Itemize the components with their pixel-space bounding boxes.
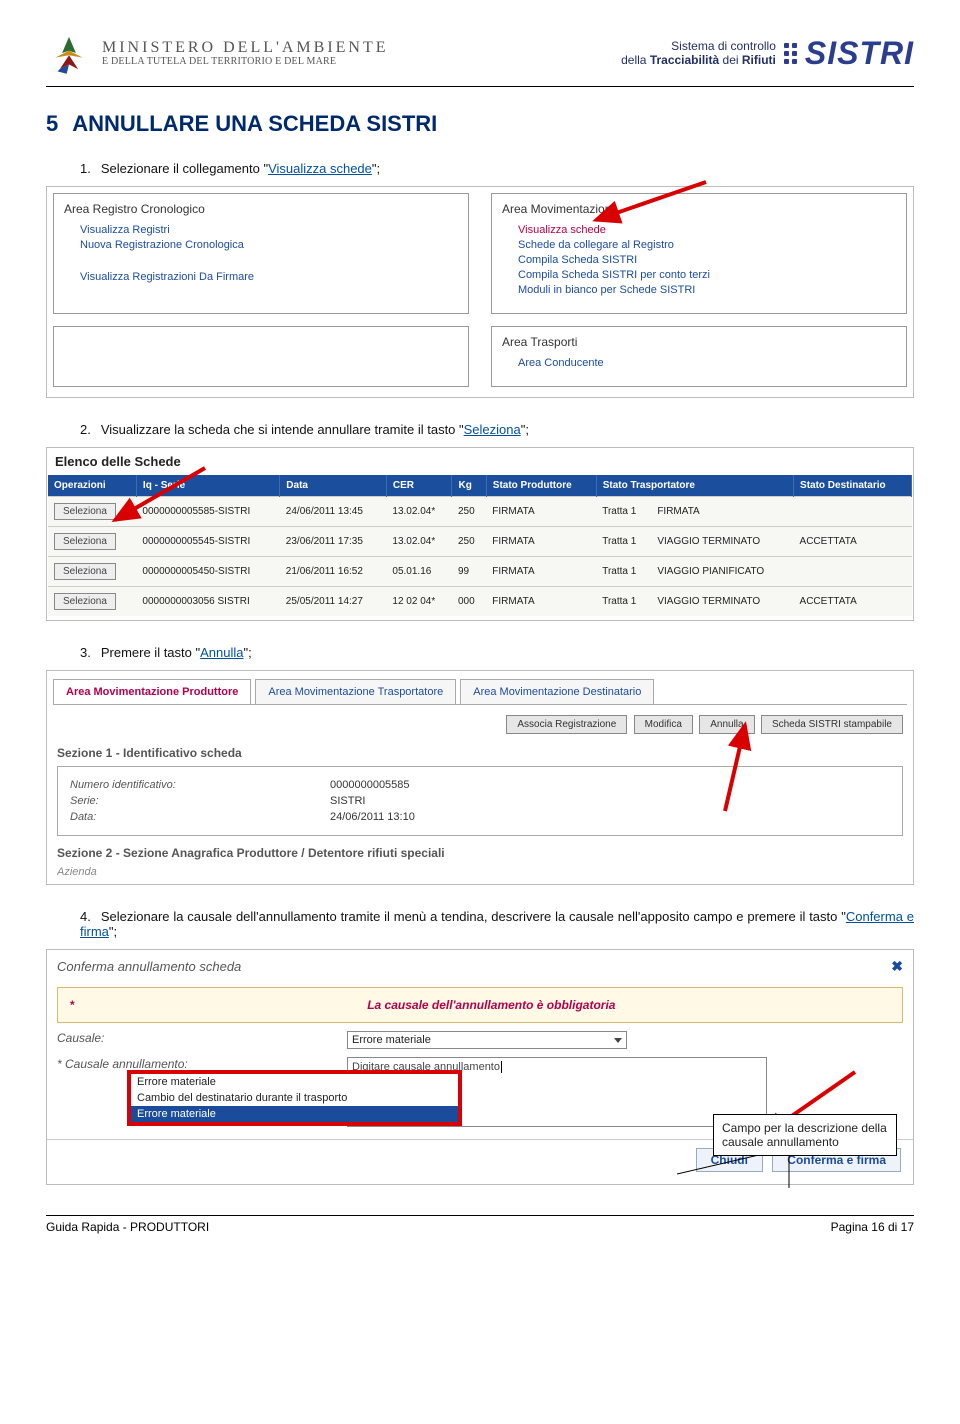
link-compila-scheda[interactable]: Compila Scheda SISTRI	[518, 254, 896, 266]
pane-empty-left	[53, 326, 469, 387]
callout-box: Campo per la descrizione della causale a…	[713, 1114, 897, 1156]
link-moduli-bianco[interactable]: Moduli in bianco per Schede SISTRI	[518, 284, 896, 296]
ministry-subtitle: E DELLA TUTELA DEL TERRITORIO E DEL MARE	[102, 56, 389, 67]
link-compila-conto-terzi[interactable]: Compila Scheda SISTRI per conto terzi	[518, 269, 896, 281]
seleziona-button[interactable]: Seleziona	[54, 563, 116, 580]
sezione2-label: Sezione 2 - Sezione Anagrafica Produttor…	[57, 846, 903, 860]
arrow-icon	[685, 717, 785, 817]
sistri-desc-line1: Sistema di controllo	[621, 39, 776, 53]
link-visualizza-da-firmare[interactable]: Visualizza Registrazioni Da Firmare	[80, 271, 458, 283]
col-data: Data	[280, 475, 387, 497]
azienda-cut: Azienda	[57, 866, 903, 880]
footer-left: Guida Rapida - PRODUTTORI	[46, 1220, 209, 1234]
asterisk-icon: *	[70, 998, 75, 1012]
visualizza-schede-link[interactable]: Visualizza schede	[268, 161, 372, 176]
dialog-title: Conferma annullamento scheda	[57, 959, 241, 974]
footer-right: Pagina 16 di 17	[831, 1220, 914, 1234]
tab-produttore[interactable]: Area Movimentazione Produttore	[53, 679, 251, 704]
causale-label: Causale:	[57, 1031, 347, 1045]
page-header: MINISTERO DELL'AMBIENTE E DELLA TUTELA D…	[46, 30, 914, 82]
dropdown-option-selected[interactable]: Errore materiale	[131, 1106, 458, 1122]
col-stato-prod: Stato Produttore	[486, 475, 596, 497]
col-cer: CER	[386, 475, 452, 497]
dropdown-option[interactable]: Errore materiale	[131, 1074, 458, 1090]
screenshot-scheda-detail: Area Movimentazione Produttore Area Movi…	[46, 670, 914, 885]
link-visualizza-registri[interactable]: Visualizza Registri	[80, 224, 458, 236]
sistri-block: Sistema di controllo della Tracciabilità…	[621, 35, 914, 72]
associa-button[interactable]: Associa Registrazione	[506, 715, 627, 734]
pane-trasporti-title: Area Trasporti	[502, 335, 896, 349]
annulla-link[interactable]: Annulla	[200, 645, 243, 660]
pane-movimentazione: Area Movimentazione Visualizza schede Sc…	[491, 193, 907, 314]
ministry-title: MINISTERO DELL'AMBIENTE	[102, 39, 389, 57]
page-footer: Guida Rapida - PRODUTTORI Pagina 16 di 1…	[46, 1220, 914, 1254]
arrow-icon	[105, 462, 215, 532]
link-area-conducente[interactable]: Area Conducente	[518, 357, 896, 369]
seleziona-button[interactable]: Seleziona	[54, 593, 116, 610]
pane-registro: Area Registro Cronologico Visualizza Reg…	[53, 193, 469, 314]
col-stato-trasp: Stato Trasportatore	[596, 475, 793, 497]
pane-trasporti: Area Trasporti Area Conducente	[491, 326, 907, 387]
step3-text: 3.Premere il tasto "Annulla";	[80, 645, 914, 660]
link-nuova-registrazione[interactable]: Nuova Registrazione Cronologica	[80, 239, 458, 251]
table-row: Seleziona0000000003056 SISTRI25/05/2011 …	[48, 587, 912, 617]
tab-trasportatore[interactable]: Area Movimentazione Trasportatore	[255, 679, 456, 704]
screenshot-area-menu: Area Registro Cronologico Visualizza Reg…	[46, 186, 914, 398]
link-schede-collegare[interactable]: Schede da collegare al Registro	[518, 239, 896, 251]
causale-dropdown-open[interactable]: Errore materiale Cambio del destinatario…	[127, 1070, 462, 1126]
section-heading: 5ANNULLARE UNA SCHEDA SISTRI	[46, 111, 914, 137]
tab-destinatario[interactable]: Area Movimentazione Destinatario	[460, 679, 654, 704]
causale-select[interactable]: Errore materiale	[347, 1031, 627, 1049]
header-divider	[46, 86, 914, 87]
sistri-logo: SISTRI	[805, 35, 914, 72]
warning-text: La causale dell'annullamento è obbligato…	[81, 988, 902, 1022]
table-row: Seleziona0000000005450-SISTRI21/06/2011 …	[48, 557, 912, 587]
arrow-icon	[582, 176, 712, 236]
modifica-button[interactable]: Modifica	[634, 715, 693, 734]
warning-box: * La causale dell'annullamento è obbliga…	[57, 987, 903, 1023]
dots-icon	[784, 43, 797, 64]
causale-desc-label: * Causale annullamento:	[57, 1057, 347, 1071]
tabs-row: Area Movimentazione Produttore Area Movi…	[53, 679, 907, 705]
screenshot-conferma-annullamento: Conferma annullamento scheda ✖ * La caus…	[46, 949, 914, 1185]
seleziona-link[interactable]: Seleziona	[464, 422, 521, 437]
footer-divider	[46, 1215, 914, 1216]
col-kg: Kg	[452, 475, 486, 497]
step1-text: 1.Selezionare il collegamento "Visualizz…	[80, 161, 914, 176]
dropdown-option[interactable]: Cambio del destinatario durante il trasp…	[131, 1090, 458, 1106]
chevron-down-icon	[614, 1038, 622, 1043]
close-icon[interactable]: ✖	[891, 958, 903, 975]
step4-text: 4.Selezionare la causale dell'annullamen…	[80, 909, 914, 939]
step2-text: 2.Visualizzare la scheda che si intende …	[80, 422, 914, 437]
screenshot-elenco-schede: Elenco delle Schede Operazioni Iq - Seri…	[46, 447, 914, 621]
pane-registro-title: Area Registro Cronologico	[64, 202, 458, 216]
ministry-logo-icon	[46, 30, 92, 76]
ministry-block: MINISTERO DELL'AMBIENTE E DELLA TUTELA D…	[46, 30, 389, 76]
col-stato-dest: Stato Destinatario	[794, 475, 912, 497]
seleziona-button[interactable]: Seleziona	[54, 533, 116, 550]
